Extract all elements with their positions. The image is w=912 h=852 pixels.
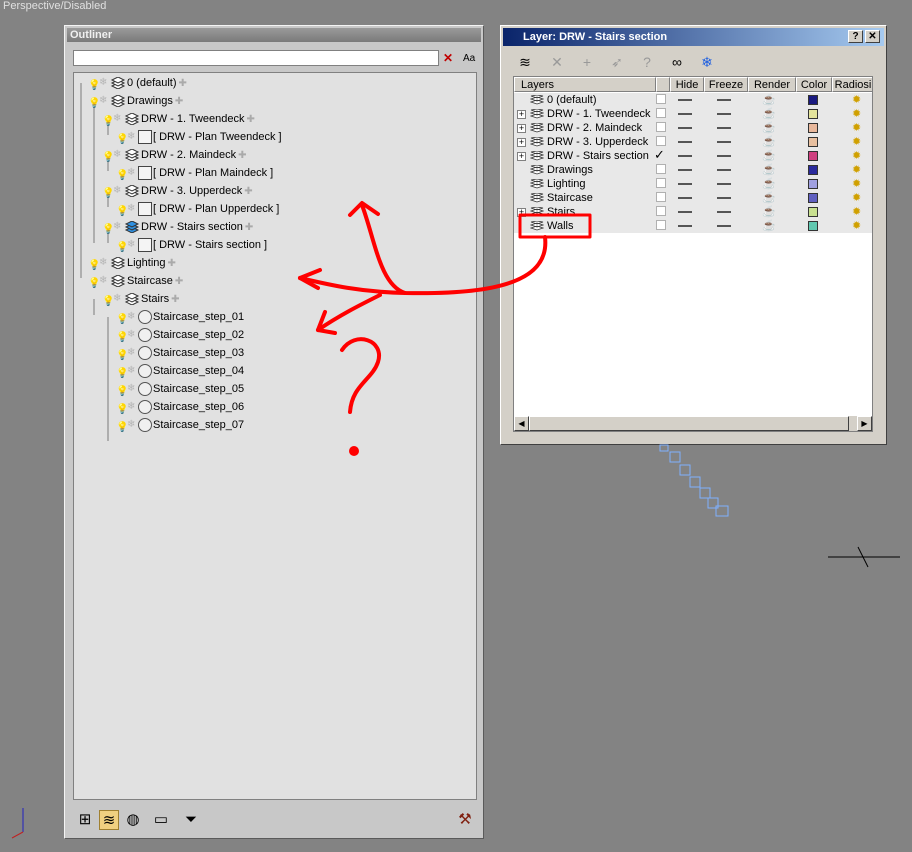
viewport-geometry <box>11 444 900 839</box>
